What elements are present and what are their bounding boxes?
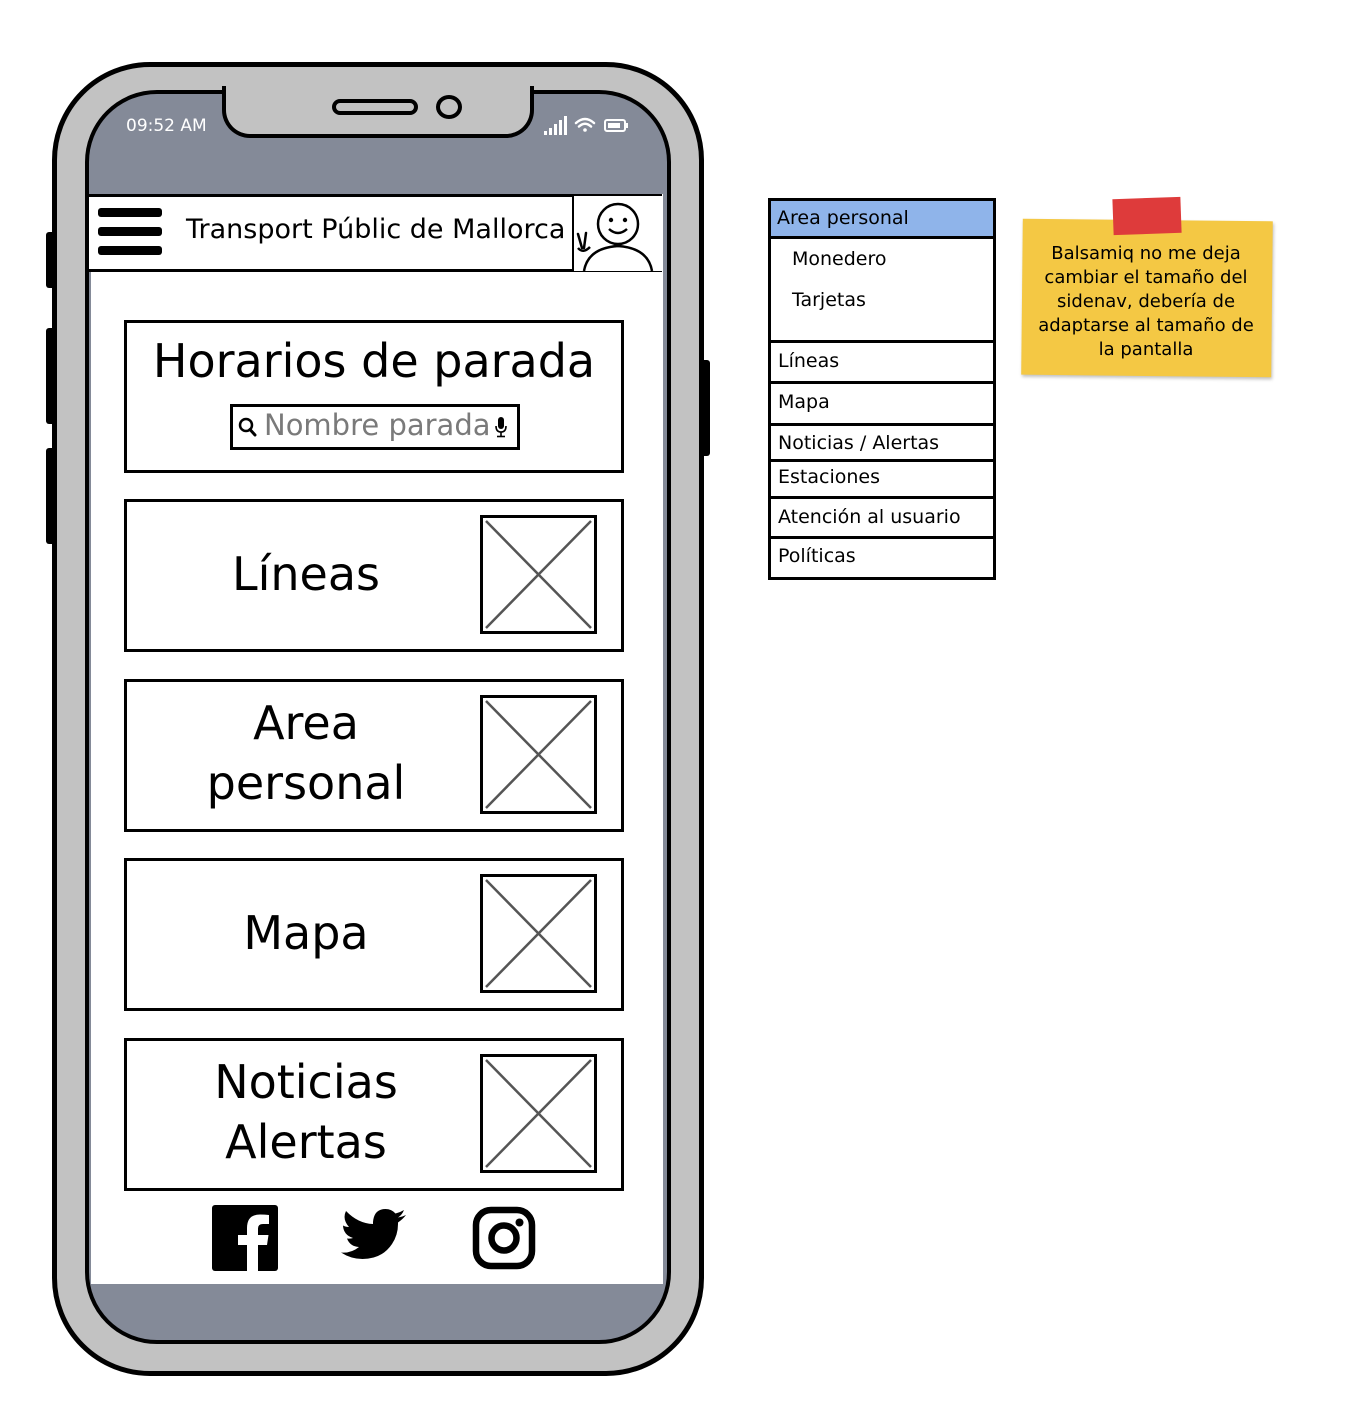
sidenav-item-lineas[interactable]: Líneas [778, 350, 839, 372]
app-title: Transport Públic de Mallorca [186, 214, 566, 245]
sidenav-divider [771, 536, 993, 539]
sticky-note-text: Balsamiq no me deja cambiar el tamaño de… [1038, 243, 1254, 360]
sidenav-item-noticias[interactable]: Noticias / Alertas [778, 432, 939, 454]
horarios-title: Horarios de parada [152, 334, 596, 388]
twitter-icon[interactable] [340, 1208, 408, 1266]
facebook-icon[interactable] [212, 1205, 278, 1271]
sidenav-subitem-monedero[interactable]: Monedero [792, 248, 887, 270]
microphone-icon[interactable] [494, 416, 508, 438]
search-placeholder: Nombre parada [264, 408, 491, 442]
image-placeholder-icon [480, 515, 597, 634]
area-personal-card-label: Area personal [136, 693, 476, 813]
avatar[interactable] [572, 196, 662, 272]
status-icons [544, 116, 628, 135]
sticky-note-tape [1112, 196, 1182, 236]
phone-camera [436, 95, 462, 119]
mapa-card-label: Mapa [243, 906, 369, 960]
noticias-line1: Noticias [214, 1055, 398, 1109]
sidenav-item-politicas[interactable]: Políticas [778, 545, 856, 567]
sidenav-subitem-tarjetas[interactable]: Tarjetas [792, 289, 866, 311]
sidenav-divider [771, 459, 993, 462]
sidenav-item-atencion[interactable]: Atención al usuario [778, 506, 961, 528]
image-placeholder-icon [480, 695, 597, 814]
wifi-icon [574, 117, 596, 132]
noticias-card-label: Noticias Alertas [136, 1052, 476, 1172]
lineas-card-label: Líneas [231, 547, 381, 601]
hamburger-icon[interactable] [98, 208, 162, 260]
image-placeholder-icon [480, 1054, 597, 1173]
sidenav-item-area-personal[interactable]: Area personal [777, 207, 909, 229]
sidenav-divider [771, 340, 993, 343]
sidenav-item-estaciones[interactable]: Estaciones [778, 466, 880, 488]
sidenav-item-mapa[interactable]: Mapa [778, 391, 830, 413]
sidenav-divider [771, 496, 993, 499]
status-time: 09:52 AM [126, 116, 207, 136]
area-personal-line1: Area [253, 696, 359, 750]
area-personal-line2: personal [206, 756, 406, 810]
noticias-line2: Alertas [225, 1115, 387, 1169]
sidenav-divider [771, 423, 993, 426]
signal-icon [544, 116, 567, 135]
sidenav-divider [771, 381, 993, 384]
avatar-icon [576, 202, 654, 272]
image-placeholder-icon [480, 874, 597, 993]
instagram-icon[interactable] [472, 1206, 536, 1270]
battery-icon [604, 119, 628, 132]
phone-speaker [332, 99, 418, 115]
search-icon [238, 417, 257, 437]
